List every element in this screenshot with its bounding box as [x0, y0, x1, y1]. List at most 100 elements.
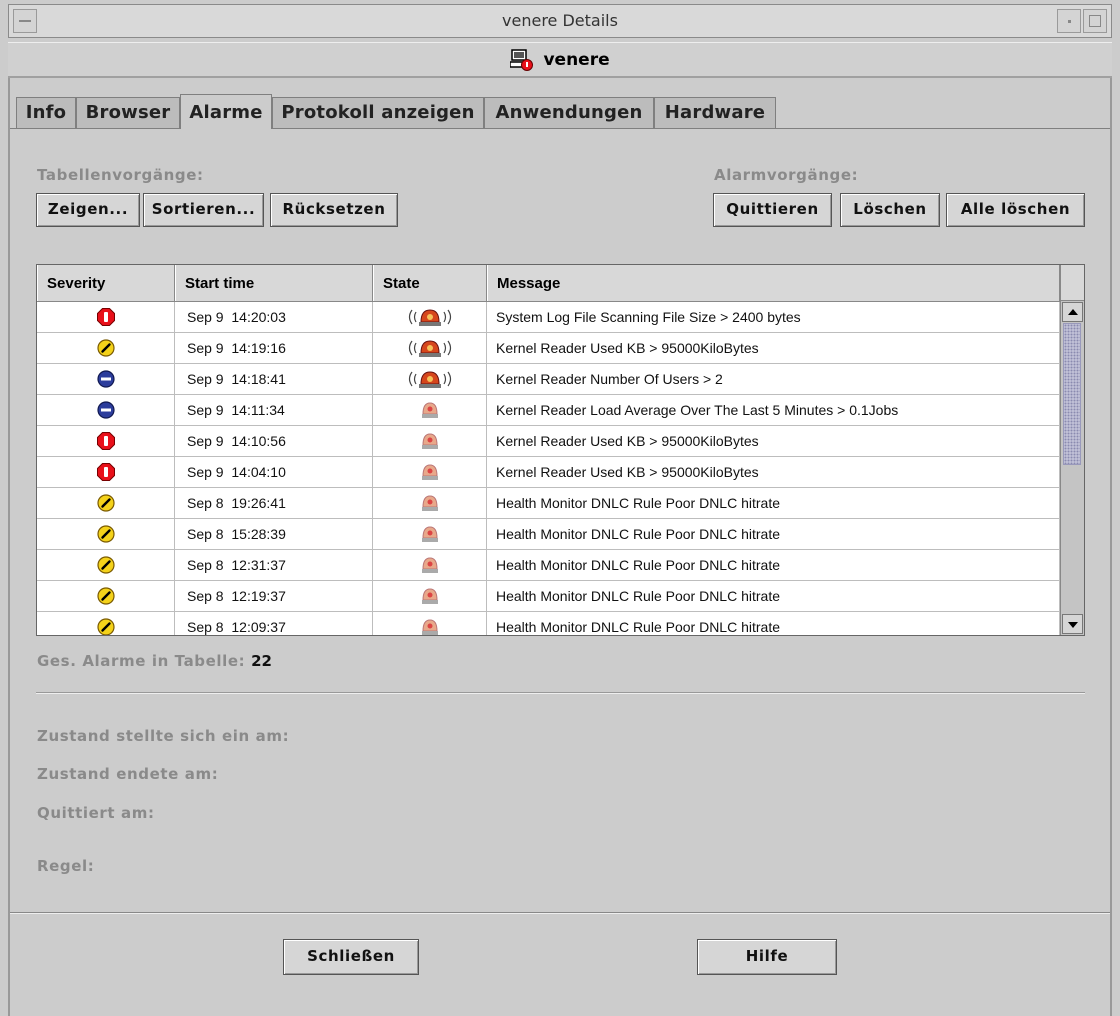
severity-cell: [37, 488, 175, 518]
state-cell: [373, 364, 487, 394]
open-alarm-state-icon: [408, 309, 451, 327]
state-cell: [373, 395, 487, 425]
start-time-cell: Sep 9 14:10:56: [175, 426, 373, 456]
reset-button[interactable]: Rücksetzen: [270, 193, 398, 227]
table-row[interactable]: Sep 9 14:04:10 Kernel Reader Used KB > 95…: [37, 457, 1060, 488]
state-cell: [373, 581, 487, 611]
table-ops-label: Tabellenvorgänge:: [37, 166, 204, 184]
scroll-up-button[interactable]: [1062, 302, 1083, 322]
tab-divider: [10, 128, 1110, 129]
window-left-edge: [8, 78, 10, 1016]
start-time-cell: Sep 9 14:19:16: [175, 333, 373, 363]
detail-ended-label: Zustand endete am:: [37, 765, 219, 783]
state-cell: [373, 302, 487, 332]
footer-divider: [8, 912, 1112, 914]
table-row[interactable]: Sep 8 12:09:37 Health Monitor DNLC Rule P…: [37, 612, 1060, 635]
column-header-start-time[interactable]: Start time: [175, 265, 373, 301]
table-row[interactable]: Sep 9 14:18:41 Kernel Reader Number Of Us…: [37, 364, 1060, 395]
warning-severity-icon: [96, 587, 115, 605]
delete-button[interactable]: Löschen: [840, 193, 940, 227]
total-alarms-label: Ges. Alarme in Tabelle:: [37, 652, 246, 670]
message-cell: Health Monitor DNLC Rule Poor DNLC hitra…: [487, 550, 1060, 580]
info-severity-icon: [96, 370, 115, 388]
state-cell: [373, 426, 487, 456]
tab-browser[interactable]: Browser: [76, 97, 180, 128]
severity-cell: [37, 457, 175, 487]
start-time-cell: Sep 9 14:11:34: [175, 395, 373, 425]
show-button[interactable]: Zeigen...: [36, 193, 140, 227]
closed-alarm-state-icon: [421, 619, 438, 635]
closed-alarm-state-icon: [421, 495, 438, 512]
tab-alarme[interactable]: Alarme: [180, 94, 272, 129]
severity-cell: [37, 333, 175, 363]
column-header-message[interactable]: Message: [487, 265, 1060, 301]
scroll-down-button[interactable]: [1062, 614, 1083, 634]
minimize-button[interactable]: [1057, 9, 1081, 33]
host-alarm-icon: [510, 49, 534, 71]
state-cell: [373, 333, 487, 363]
tab-hardware[interactable]: Hardware: [654, 97, 776, 128]
state-cell: [373, 550, 487, 580]
tab-info[interactable]: Info: [16, 97, 76, 128]
critical-severity-icon: [96, 308, 115, 327]
table-row[interactable]: Sep 8 15:28:39 Health Monitor DNLC Rule P…: [37, 519, 1060, 550]
host-header: venere: [8, 42, 1112, 78]
table-row[interactable]: Sep 9 14:11:34 Kernel Reader Load Average…: [37, 395, 1060, 426]
scroll-thumb[interactable]: [1063, 323, 1081, 465]
table-row[interactable]: Sep 9 14:19:16 Kernel Reader Used KB > 95…: [37, 333, 1060, 364]
severity-cell: [37, 550, 175, 580]
start-time-cell: Sep 8 19:26:41: [175, 488, 373, 518]
severity-cell: [37, 395, 175, 425]
total-alarms-value: 22: [251, 652, 272, 670]
table-row[interactable]: Sep 8 19:26:41 Health Monitor DNLC Rule P…: [37, 488, 1060, 519]
start-time-cell: Sep 8 12:31:37: [175, 550, 373, 580]
message-cell: Kernel Reader Used KB > 95000KiloBytes: [487, 333, 1060, 363]
table-header: Severity Start time State Message: [37, 265, 1060, 302]
message-cell: Kernel Reader Number Of Users > 2: [487, 364, 1060, 394]
detail-rule-label: Regel:: [37, 857, 95, 875]
start-time-cell: Sep 9 14:04:10: [175, 457, 373, 487]
title-bar[interactable]: venere Details: [8, 4, 1112, 38]
warning-severity-icon: [96, 494, 115, 512]
details-window: venere Details venere Info Browser Alarm…: [0, 0, 1120, 1016]
severity-cell: [37, 519, 175, 549]
severity-cell: [37, 426, 175, 456]
sort-button[interactable]: Sortieren...: [143, 193, 264, 227]
warning-severity-icon: [96, 525, 115, 543]
message-cell: System Log File Scanning File Size > 240…: [487, 302, 1060, 332]
tab-anwendungen[interactable]: Anwendungen: [484, 97, 654, 128]
warning-severity-icon: [96, 618, 115, 635]
closed-alarm-state-icon: [421, 588, 438, 605]
state-cell: [373, 457, 487, 487]
detail-acknowledged-label: Quittiert am:: [37, 804, 155, 822]
closed-alarm-state-icon: [421, 433, 438, 450]
alarm-table[interactable]: Severity Start time State Message Sep 9 …: [36, 264, 1085, 636]
delete-all-button[interactable]: Alle löschen: [946, 193, 1085, 227]
column-header-state[interactable]: State: [373, 265, 487, 301]
start-time-cell: Sep 8 12:09:37: [175, 612, 373, 635]
window-right-edge: [1110, 78, 1112, 1016]
open-alarm-state-icon: [408, 340, 451, 358]
start-time-cell: Sep 9 14:20:03: [175, 302, 373, 332]
close-button[interactable]: Schließen: [283, 939, 419, 975]
closed-alarm-state-icon: [421, 464, 438, 481]
closed-alarm-state-icon: [421, 557, 438, 574]
closed-alarm-state-icon: [421, 402, 438, 419]
table-row[interactable]: Sep 9 14:20:03 System Log File Scanning F…: [37, 302, 1060, 333]
critical-severity-icon: [96, 432, 115, 451]
column-header-severity[interactable]: Severity: [37, 265, 175, 301]
vertical-scrollbar[interactable]: [1060, 301, 1084, 635]
maximize-button[interactable]: [1083, 9, 1107, 33]
severity-cell: [37, 302, 175, 332]
table-row[interactable]: Sep 9 14:10:56 Kernel Reader Used KB > 95…: [37, 426, 1060, 457]
start-time-cell: Sep 8 12:19:37: [175, 581, 373, 611]
table-row[interactable]: Sep 8 12:19:37 Health Monitor DNLC Rule P…: [37, 581, 1060, 612]
help-button[interactable]: Hilfe: [697, 939, 837, 975]
warning-severity-icon: [96, 339, 115, 357]
acknowledge-button[interactable]: Quittieren: [713, 193, 832, 227]
tab-protokoll-anzeigen[interactable]: Protokoll anzeigen: [272, 97, 484, 128]
state-cell: [373, 488, 487, 518]
table-row[interactable]: Sep 8 12:31:37 Health Monitor DNLC Rule P…: [37, 550, 1060, 581]
separator: [36, 692, 1085, 694]
state-cell: [373, 519, 487, 549]
